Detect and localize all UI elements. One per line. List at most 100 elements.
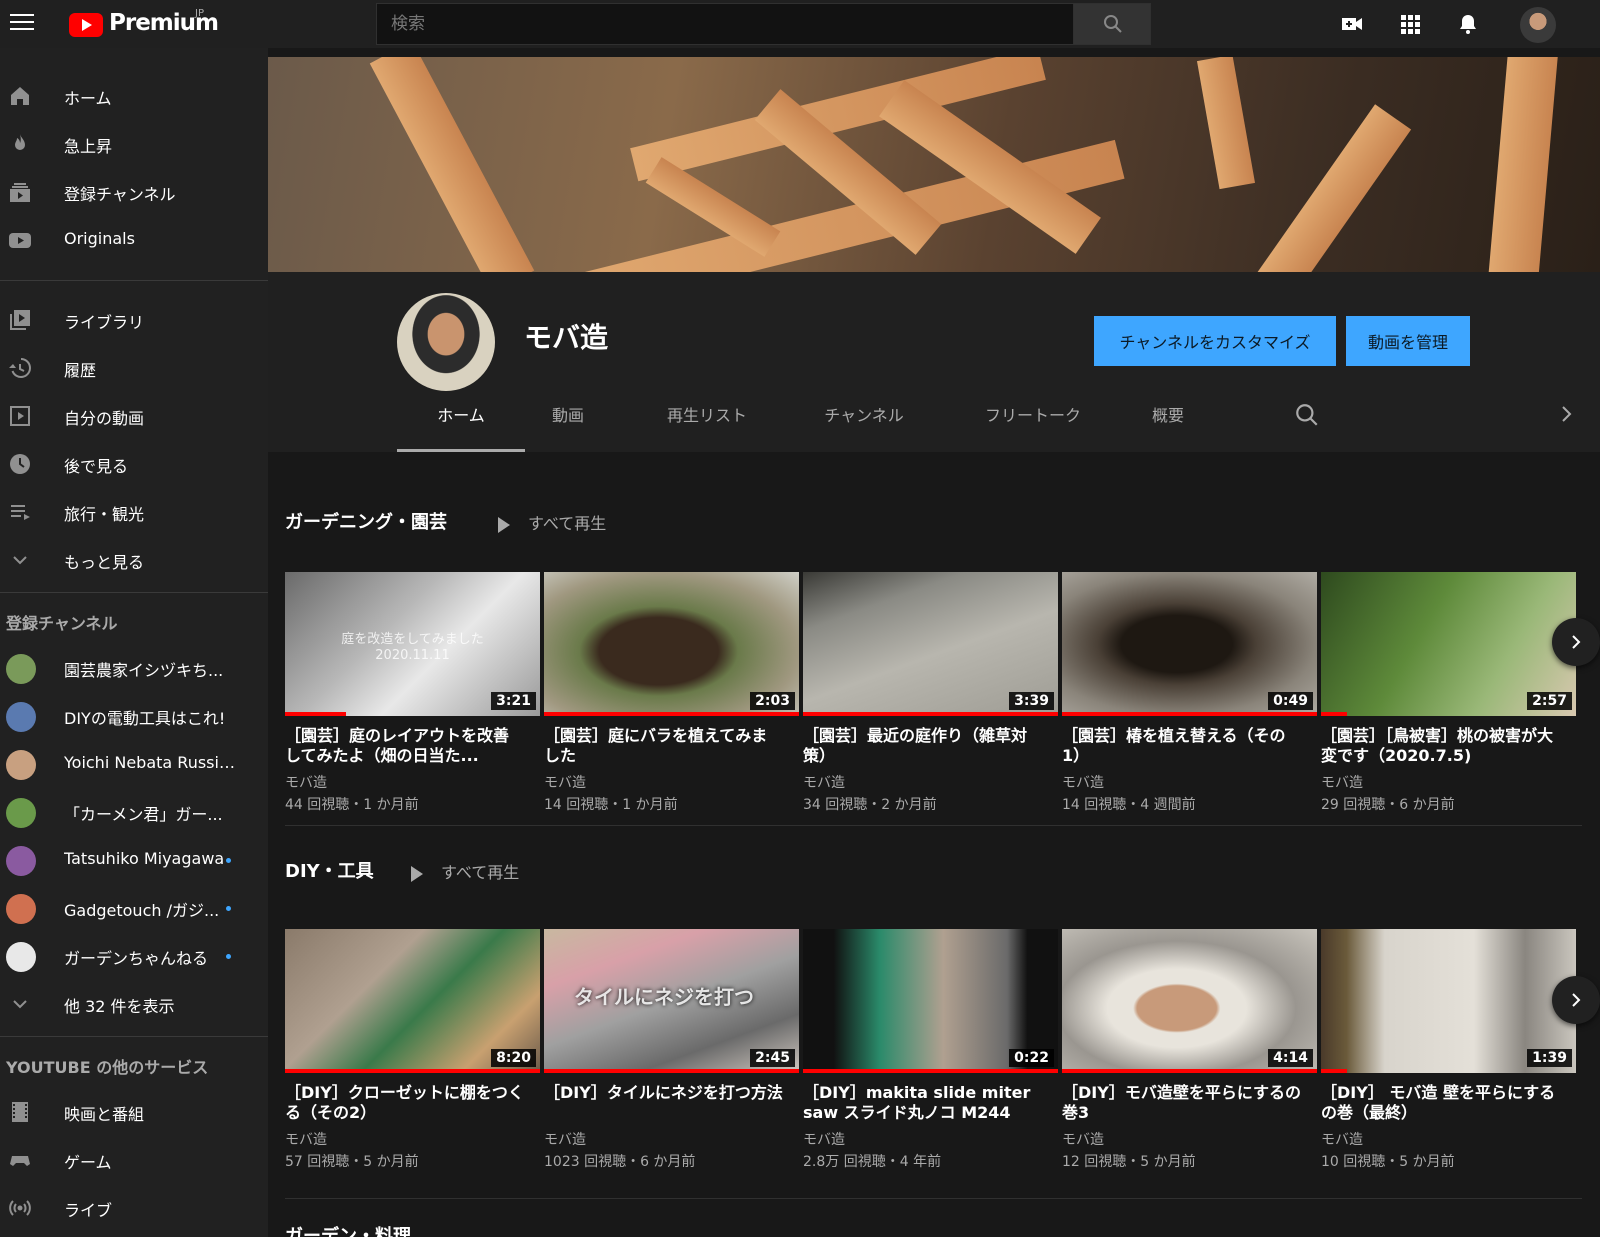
sidebar-item-history[interactable]: 履歴 bbox=[0, 344, 268, 392]
video-thumbnail[interactable]: 4:14 bbox=[1062, 929, 1317, 1073]
video-thumbnail[interactable]: 2:57 bbox=[1321, 572, 1576, 716]
video-thumbnail[interactable]: 0:49 bbox=[1062, 572, 1317, 716]
sidebar-subscription-item[interactable]: 「カーメン君」ガー... bbox=[0, 788, 268, 836]
sidebar-item-label: 登録チャンネル bbox=[64, 185, 176, 204]
channel-avatar bbox=[6, 894, 36, 924]
video-thumbnail[interactable]: 8:20 bbox=[285, 929, 540, 1073]
play-all-link[interactable]: すべて再生 bbox=[498, 510, 606, 534]
tab-channels[interactable]: チャンネル bbox=[809, 390, 919, 452]
video-card[interactable]: 2:57 ［園芸］［鳥被害］桃の被害が大変です（2020.7.5) モバ造 29… bbox=[1321, 572, 1576, 816]
video-card[interactable]: 0:22 ［DIY］makita slide miter saw スライド丸ノコ… bbox=[803, 929, 1058, 1173]
video-channel[interactable]: モバ造 bbox=[544, 1129, 799, 1151]
notifications-bell-icon[interactable] bbox=[1456, 12, 1480, 36]
create-video-icon[interactable] bbox=[1340, 12, 1364, 36]
video-channel[interactable]: モバ造 bbox=[803, 772, 1058, 794]
sidebar-item-movies[interactable]: 映画と番組 bbox=[0, 1088, 268, 1136]
video-card[interactable]: タイルにネジを打つ 2:45 ［DIY］タイルにネジを打つ方法 モバ造 1023… bbox=[544, 929, 799, 1173]
menu-icon[interactable] bbox=[10, 14, 34, 32]
video-card[interactable]: 1:39 ［DIY］ モバ造 壁を平らにするの巻（最終） モバ造 10 回視聴・… bbox=[1321, 929, 1576, 1173]
video-thumbnail[interactable]: 0:22 bbox=[803, 929, 1058, 1073]
sidebar-item-originals[interactable]: Originals bbox=[0, 216, 268, 264]
video-channel[interactable]: モバ造 bbox=[285, 1129, 540, 1151]
sidebar-item-my-videos[interactable]: 自分の動画 bbox=[0, 392, 268, 440]
tabs-next-chevron-icon[interactable] bbox=[1554, 402, 1578, 426]
shelf-title[interactable]: ガーデン・料理 bbox=[285, 1222, 411, 1237]
watch-progress-bar bbox=[285, 712, 347, 716]
sidebar-subscription-item[interactable]: Tatsuhiko Miyagawa bbox=[0, 836, 268, 884]
play-all-link[interactable]: すべて再生 bbox=[411, 859, 519, 883]
sidebar-subscription-item[interactable]: DIYの電動工具はこれ! bbox=[0, 692, 268, 740]
video-title[interactable]: ［園芸］椿を植え替える（その1） bbox=[1062, 726, 1317, 766]
sidebar-subscription-item[interactable]: Gadgetouch /ガジ... bbox=[0, 884, 268, 932]
video-title[interactable]: ［DIY］モバ造壁を平らにするの巻3 bbox=[1062, 1083, 1317, 1123]
sidebar-subscription-item[interactable]: ガーデンちゃんねる bbox=[0, 932, 268, 980]
video-thumbnail[interactable]: 3:39 bbox=[803, 572, 1058, 716]
video-card[interactable]: 庭を改造をしてみました 2020.11.11 3:21 ［園芸］庭のレイアウトを改… bbox=[285, 572, 540, 816]
video-title[interactable]: ［DIY］makita slide miter saw スライド丸ノコ M244 bbox=[803, 1083, 1058, 1123]
tab-playlists[interactable]: 再生リスト bbox=[651, 390, 763, 452]
watch-progress-bar bbox=[1321, 712, 1347, 716]
video-title[interactable]: ［園芸］最近の庭作り（雑草対策） bbox=[803, 726, 1058, 766]
video-channel[interactable]: モバ造 bbox=[285, 772, 540, 794]
sidebar-item-label: ライブラリ bbox=[64, 313, 145, 332]
tab-home[interactable]: ホーム bbox=[397, 390, 525, 452]
video-title[interactable]: ［園芸］［鳥被害］桃の被害が大変です（2020.7.5) bbox=[1321, 726, 1576, 766]
video-title[interactable]: ［DIY］ モバ造 壁を平らにするの巻（最終） bbox=[1321, 1083, 1576, 1123]
sidebar-show-more-subscriptions[interactable]: 他 32 件を表示 bbox=[0, 980, 268, 1028]
sidebar-item-live[interactable]: ライブ bbox=[0, 1184, 268, 1232]
watch-progress-bar bbox=[803, 712, 1058, 716]
sidebar-item-subscriptions[interactable]: 登録チャンネル bbox=[0, 168, 268, 216]
video-card[interactable]: 8:20 ［DIY］クローゼットに棚をつくる（その2） モバ造 57 回視聴・5… bbox=[285, 929, 540, 1173]
video-channel[interactable]: モバ造 bbox=[803, 1129, 1058, 1151]
sidebar-item-watch-later[interactable]: 後で見る bbox=[0, 440, 268, 488]
manage-videos-button[interactable]: 動画を管理 bbox=[1346, 316, 1470, 366]
shelf-next-button[interactable] bbox=[1552, 976, 1600, 1024]
video-thumbnail[interactable]: 2:03 bbox=[544, 572, 799, 716]
shelf-title[interactable]: ガーデニング・園芸 bbox=[285, 508, 447, 534]
subscription-label: 園芸農家イシヅキち... bbox=[64, 661, 224, 680]
video-meta: 44 回視聴・1 か月前 bbox=[285, 797, 419, 813]
youtube-play-logo-icon bbox=[69, 13, 103, 37]
account-avatar[interactable] bbox=[1520, 7, 1556, 43]
tab-about[interactable]: 概要 bbox=[1148, 390, 1188, 452]
video-card[interactable]: 0:49 ［園芸］椿を植え替える（その1） モバ造 14 回視聴・4 週間前 bbox=[1062, 572, 1317, 816]
video-channel[interactable]: モバ造 bbox=[544, 772, 799, 794]
video-title[interactable]: ［DIY］クローゼットに棚をつくる（その2） bbox=[285, 1083, 540, 1123]
video-card[interactable]: 4:14 ［DIY］モバ造壁を平らにするの巻3 モバ造 12 回視聴・5 か月前 bbox=[1062, 929, 1317, 1173]
video-channel[interactable]: モバ造 bbox=[1321, 1129, 1576, 1151]
thumbnail-caption-line: 2020.11.11 bbox=[375, 648, 450, 663]
watch-progress-bar bbox=[544, 712, 799, 716]
subscription-label: Gadgetouch /ガジ... bbox=[64, 901, 220, 920]
video-duration: 2:03 bbox=[750, 692, 795, 710]
video-channel[interactable]: モバ造 bbox=[1321, 772, 1576, 794]
search-input[interactable] bbox=[377, 4, 1073, 44]
shelf-next-button[interactable] bbox=[1552, 618, 1600, 666]
customize-channel-button[interactable]: チャンネルをカスタマイズ bbox=[1094, 316, 1336, 366]
video-channel[interactable]: モバ造 bbox=[1062, 1129, 1317, 1151]
video-title[interactable]: ［園芸］庭のレイアウトを改善してみたよ（畑の日当た... bbox=[285, 726, 540, 766]
tab-videos[interactable]: 動画 bbox=[538, 390, 598, 452]
video-thumbnail[interactable]: タイルにネジを打つ 2:45 bbox=[544, 929, 799, 1073]
video-thumbnail[interactable]: 1:39 bbox=[1321, 929, 1576, 1073]
sidebar-subscription-item[interactable]: Yoichi Nebata Russia... bbox=[0, 740, 268, 788]
video-card[interactable]: 2:03 ［園芸］庭にバラを植えてみました モバ造 14 回視聴・1 か月前 bbox=[544, 572, 799, 816]
video-title[interactable]: ［DIY］タイルにネジを打つ方法 bbox=[544, 1083, 799, 1123]
video-thumbnail[interactable]: 庭を改造をしてみました 2020.11.11 3:21 bbox=[285, 572, 540, 716]
shelf-title[interactable]: DIY・工具 bbox=[285, 857, 374, 883]
sidebar-subscription-item[interactable]: 園芸農家イシヅキち... bbox=[0, 644, 268, 692]
channel-search-icon[interactable] bbox=[1294, 402, 1320, 428]
sidebar-item-trending[interactable]: 急上昇 bbox=[0, 120, 268, 168]
sidebar-item-library[interactable]: ライブラリ bbox=[0, 296, 268, 344]
video-title[interactable]: ［園芸］庭にバラを植えてみました bbox=[544, 726, 799, 766]
sidebar-item-show-more[interactable]: もっと見る bbox=[0, 536, 268, 584]
video-duration: 0:49 bbox=[1268, 692, 1313, 710]
sidebar-item-playlist-travel[interactable]: 旅行・観光 bbox=[0, 488, 268, 536]
video-card[interactable]: 3:39 ［園芸］最近の庭作り（雑草対策） モバ造 34 回視聴・2 か月前 bbox=[803, 572, 1058, 816]
video-channel[interactable]: モバ造 bbox=[1062, 772, 1317, 794]
subscriptions-icon bbox=[10, 183, 30, 202]
sidebar-item-home[interactable]: ホーム bbox=[0, 72, 268, 120]
tab-discussion[interactable]: フリートーク bbox=[969, 390, 1097, 452]
apps-grid-icon[interactable] bbox=[1398, 12, 1422, 36]
search-button[interactable] bbox=[1073, 3, 1151, 45]
sidebar-item-gaming[interactable]: ゲーム bbox=[0, 1136, 268, 1184]
